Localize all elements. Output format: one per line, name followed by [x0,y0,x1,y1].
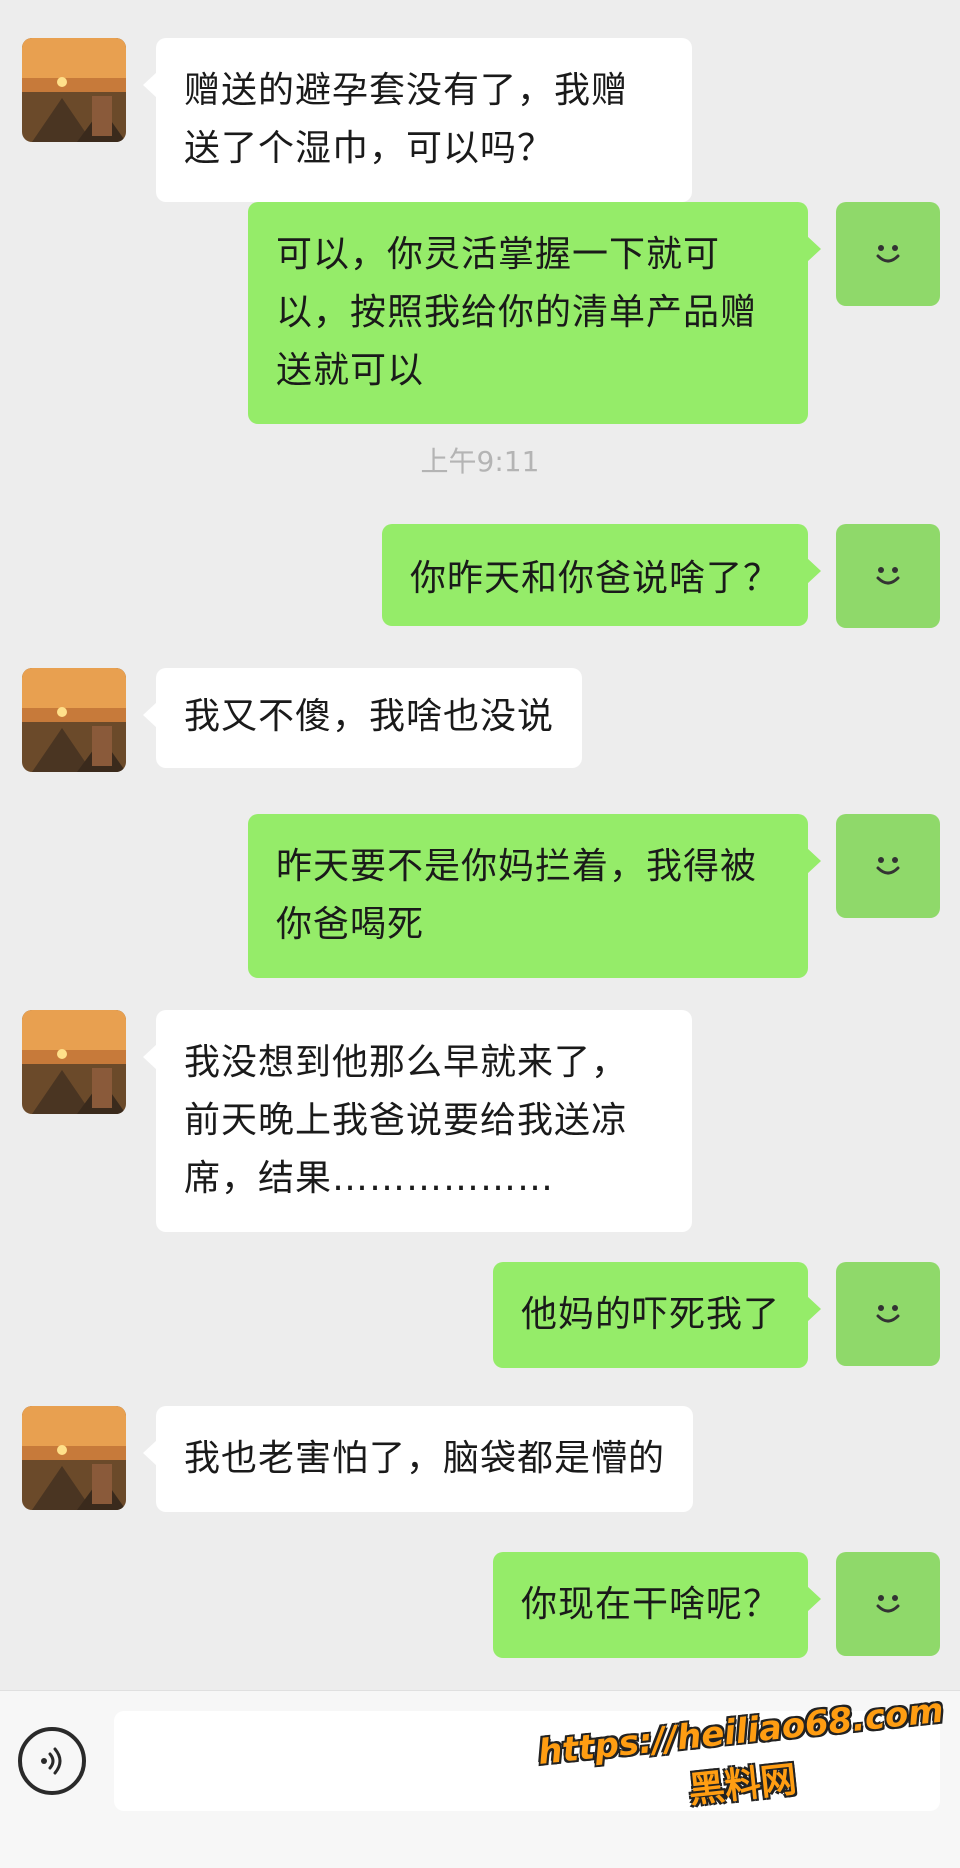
voice-icon [41,1747,62,1775]
message-text: 我没想到他那么早就来了，前天晚上我爸说要给我送凉席，结果……………… [184,1042,629,1199]
smiley-icon [876,245,900,263]
self-avatar[interactable] [836,202,940,306]
voice-button[interactable] [18,1727,86,1795]
message-text: 我又不傻，我啥也没说 [184,696,555,737]
message-text: 你昨天和你爸说啥了？ [409,558,780,599]
message-bubble[interactable]: 赠送的避孕套没有了，我赠送了个湿巾，可以吗？ [143,38,692,202]
chat-message-list[interactable]: 赠送的避孕套没有了，我赠送了个湿巾，可以吗？ 可以，你灵活掌握一下就可以，按照我… [0,0,960,1690]
smiley-icon [876,1305,900,1323]
message-bubble[interactable]: 我也老害怕了，脑袋都是懵的 [142,1406,694,1512]
message-timestamp: 上午9:11 [420,445,540,478]
message-bubble[interactable]: 你现在干啥呢？ [492,1552,822,1658]
contact-avatar[interactable] [22,1010,126,1114]
smiley-icon [876,1595,900,1613]
message-text: 可以，你灵活掌握一下就可以，按照我给你的清单产品赠送就可以 [276,234,758,391]
message-bubble[interactable]: 你昨天和你爸说啥了？ [381,524,822,626]
message-text: 他妈的吓死我了 [520,1294,780,1335]
message-text: 你现在干啥呢？ [520,1584,780,1625]
message-text: 我也老害怕了，脑袋都是懵的 [184,1438,666,1479]
message-text: 昨天要不是你妈拦着，我得被你爸喝死 [276,846,758,945]
self-avatar[interactable] [836,1262,940,1366]
message-bubble[interactable]: 昨天要不是你妈拦着，我得被你爸喝死 [248,814,821,978]
contact-avatar[interactable] [22,668,126,772]
self-avatar[interactable] [836,814,940,918]
message-bubble[interactable]: 我没想到他那么早就来了，前天晚上我爸说要给我送凉席，结果……………… [143,1010,692,1232]
smiley-icon [876,857,900,875]
self-avatar[interactable] [836,1552,940,1656]
contact-avatar[interactable] [22,1406,126,1510]
message-bubble[interactable]: 可以，你灵活掌握一下就可以，按照我给你的清单产品赠送就可以 [248,202,821,424]
smiley-icon [876,567,900,585]
message-text: 赠送的避孕套没有了，我赠送了个湿巾，可以吗？ [184,70,629,169]
contact-avatar[interactable] [22,38,126,142]
message-bubble[interactable]: 他妈的吓死我了 [492,1262,822,1368]
self-avatar[interactable] [836,524,940,628]
message-bubble[interactable]: 我又不傻，我啥也没说 [142,668,583,768]
